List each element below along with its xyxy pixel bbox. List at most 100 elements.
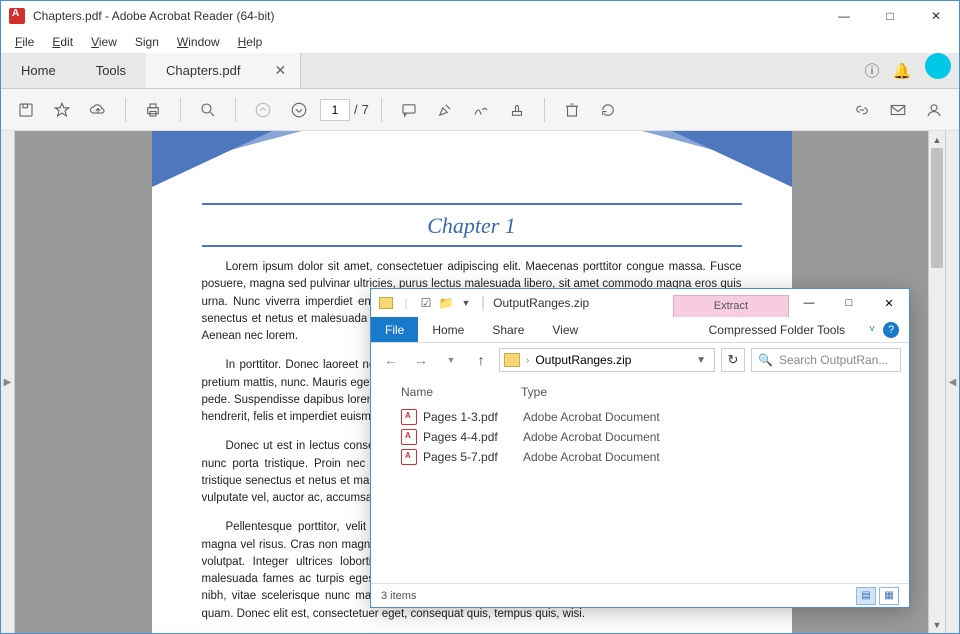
- address-bar[interactable]: › OutputRanges.zip ▼: [499, 348, 715, 372]
- delete-icon[interactable]: [557, 95, 587, 125]
- link-icon[interactable]: [847, 95, 877, 125]
- pdf-file-icon: [401, 409, 417, 425]
- file-row[interactable]: Pages 5-7.pdf Adobe Acrobat Document: [401, 447, 909, 467]
- file-row[interactable]: Pages 4-4.pdf Adobe Acrobat Document: [401, 427, 909, 447]
- item-count: 3 items: [381, 590, 416, 602]
- search-placeholder: Search OutputRan...: [779, 353, 888, 367]
- tab-document-label: Chapters.pdf: [166, 63, 240, 78]
- explorer-close-button[interactable]: ✕: [869, 289, 909, 317]
- zip-folder-icon: [377, 294, 395, 312]
- toolbar-separator: [381, 98, 382, 122]
- ribbon-view[interactable]: View: [538, 317, 592, 342]
- new-folder-icon[interactable]: 📁: [437, 294, 455, 312]
- highlight-icon[interactable]: [430, 95, 460, 125]
- bell-icon[interactable]: 🔔: [887, 53, 917, 88]
- details-view-icon[interactable]: ▤: [856, 587, 876, 605]
- vertical-scrollbar[interactable]: ▲ ▼: [928, 131, 945, 633]
- menu-window[interactable]: Window: [169, 33, 228, 51]
- people-icon[interactable]: [919, 95, 949, 125]
- menu-help[interactable]: Help: [230, 33, 271, 51]
- maximize-button[interactable]: □: [867, 1, 913, 31]
- nav-recent-icon[interactable]: ▼: [439, 348, 463, 372]
- rotate-icon[interactable]: [593, 95, 623, 125]
- page-indicator: / 7: [320, 99, 369, 121]
- explorer-minimize-button[interactable]: ―: [789, 289, 829, 317]
- status-bar: 3 items ▤ ▦: [371, 583, 909, 607]
- left-pane-toggle[interactable]: ▶: [1, 131, 15, 633]
- page-sep: /: [354, 102, 358, 117]
- scroll-up-icon[interactable]: ▲: [929, 131, 945, 148]
- print-icon[interactable]: [138, 95, 168, 125]
- close-button[interactable]: ✕: [913, 1, 959, 31]
- explorer-maximize-button[interactable]: □: [829, 289, 869, 317]
- refresh-button[interactable]: ↻: [721, 348, 745, 372]
- file-name: Pages 1-3.pdf: [423, 410, 523, 424]
- zoom-icon[interactable]: [193, 95, 223, 125]
- toolbar-separator: [180, 98, 181, 122]
- file-type: Adobe Acrobat Document: [523, 410, 660, 424]
- tab-close-icon[interactable]: ✕: [270, 62, 290, 79]
- nav-back-icon[interactable]: ←: [379, 348, 403, 372]
- toolbar-separator: [544, 98, 545, 122]
- breadcrumb-chevron-icon[interactable]: ›: [526, 355, 529, 366]
- toolbar-separator: [235, 98, 236, 122]
- explorer-title: OutputRanges.zip: [493, 296, 589, 310]
- nav-row: ← → ▼ ↑ › OutputRanges.zip ▼ ↻ 🔍 Search …: [371, 343, 909, 377]
- file-type: Adobe Acrobat Document: [523, 430, 660, 444]
- right-pane-toggle[interactable]: ◀: [945, 131, 959, 633]
- toolbar: / 7: [1, 89, 959, 131]
- pdf-file-icon: [401, 429, 417, 445]
- tab-bar: Home Tools Chapters.pdf ✕ ⓘ 🔔: [1, 53, 959, 89]
- help-icon[interactable]: ⓘ: [857, 53, 887, 88]
- menu-file[interactable]: File: [7, 33, 42, 51]
- page-total: 7: [362, 102, 369, 117]
- zip-folder-icon: [504, 353, 520, 367]
- star-icon[interactable]: [47, 95, 77, 125]
- address-dropdown-icon[interactable]: ▼: [692, 355, 710, 366]
- menu-view[interactable]: View: [83, 33, 125, 51]
- ribbon-home[interactable]: Home: [418, 317, 478, 342]
- menu-sign[interactable]: Sign: [127, 33, 167, 51]
- column-headers[interactable]: Name Type: [401, 381, 909, 407]
- page-down-icon[interactable]: [284, 95, 314, 125]
- large-icons-view-icon[interactable]: ▦: [879, 587, 899, 605]
- tab-home[interactable]: Home: [1, 53, 76, 88]
- menu-edit[interactable]: Edit: [44, 33, 81, 51]
- context-tab-extract[interactable]: Extract: [673, 295, 789, 317]
- nav-up-icon[interactable]: ↑: [469, 348, 493, 372]
- mail-icon[interactable]: [883, 95, 913, 125]
- page-up-icon[interactable]: [248, 95, 278, 125]
- quick-access-toolbar: | ☑ 📁 ▼: [371, 289, 481, 317]
- sign-icon[interactable]: [466, 95, 496, 125]
- search-box[interactable]: 🔍 Search OutputRan...: [751, 348, 901, 372]
- ribbon-expand-icon[interactable]: ˅: [869, 324, 875, 335]
- file-list[interactable]: Name Type Pages 1-3.pdf Adobe Acrobat Do…: [371, 377, 909, 583]
- titlebar: Chapters.pdf - Adobe Acrobat Reader (64-…: [1, 1, 959, 31]
- window-title: Chapters.pdf - Adobe Acrobat Reader (64-…: [33, 9, 274, 23]
- tab-document[interactable]: Chapters.pdf ✕: [146, 53, 301, 88]
- scroll-down-icon[interactable]: ▼: [929, 616, 945, 633]
- help-icon[interactable]: ?: [883, 322, 899, 338]
- comment-icon[interactable]: [394, 95, 424, 125]
- column-name[interactable]: Name: [401, 385, 521, 399]
- qat-dropdown-icon[interactable]: ▼: [457, 294, 475, 312]
- page-number-input[interactable]: [320, 99, 350, 121]
- save-icon[interactable]: [11, 95, 41, 125]
- scroll-thumb[interactable]: [931, 148, 943, 268]
- cloud-upload-icon[interactable]: [83, 95, 113, 125]
- column-type[interactable]: Type: [521, 385, 547, 399]
- nav-forward-icon[interactable]: →: [409, 348, 433, 372]
- ribbon-share[interactable]: Share: [478, 317, 538, 342]
- minimize-button[interactable]: ―: [821, 1, 867, 31]
- ribbon-compressed-tools[interactable]: Compressed Folder Tools: [695, 317, 860, 342]
- tab-tools[interactable]: Tools: [76, 53, 146, 88]
- ribbon-file[interactable]: File: [371, 317, 418, 342]
- ribbon-tabs: File Home Share View Compressed Folder T…: [371, 317, 909, 343]
- heading-rule: [202, 203, 742, 205]
- properties-icon[interactable]: ☑: [417, 294, 435, 312]
- stamp-icon[interactable]: [502, 95, 532, 125]
- user-avatar[interactable]: [925, 53, 951, 79]
- file-row[interactable]: Pages 1-3.pdf Adobe Acrobat Document: [401, 407, 909, 427]
- file-name: Pages 4-4.pdf: [423, 430, 523, 444]
- address-path[interactable]: OutputRanges.zip: [535, 353, 631, 367]
